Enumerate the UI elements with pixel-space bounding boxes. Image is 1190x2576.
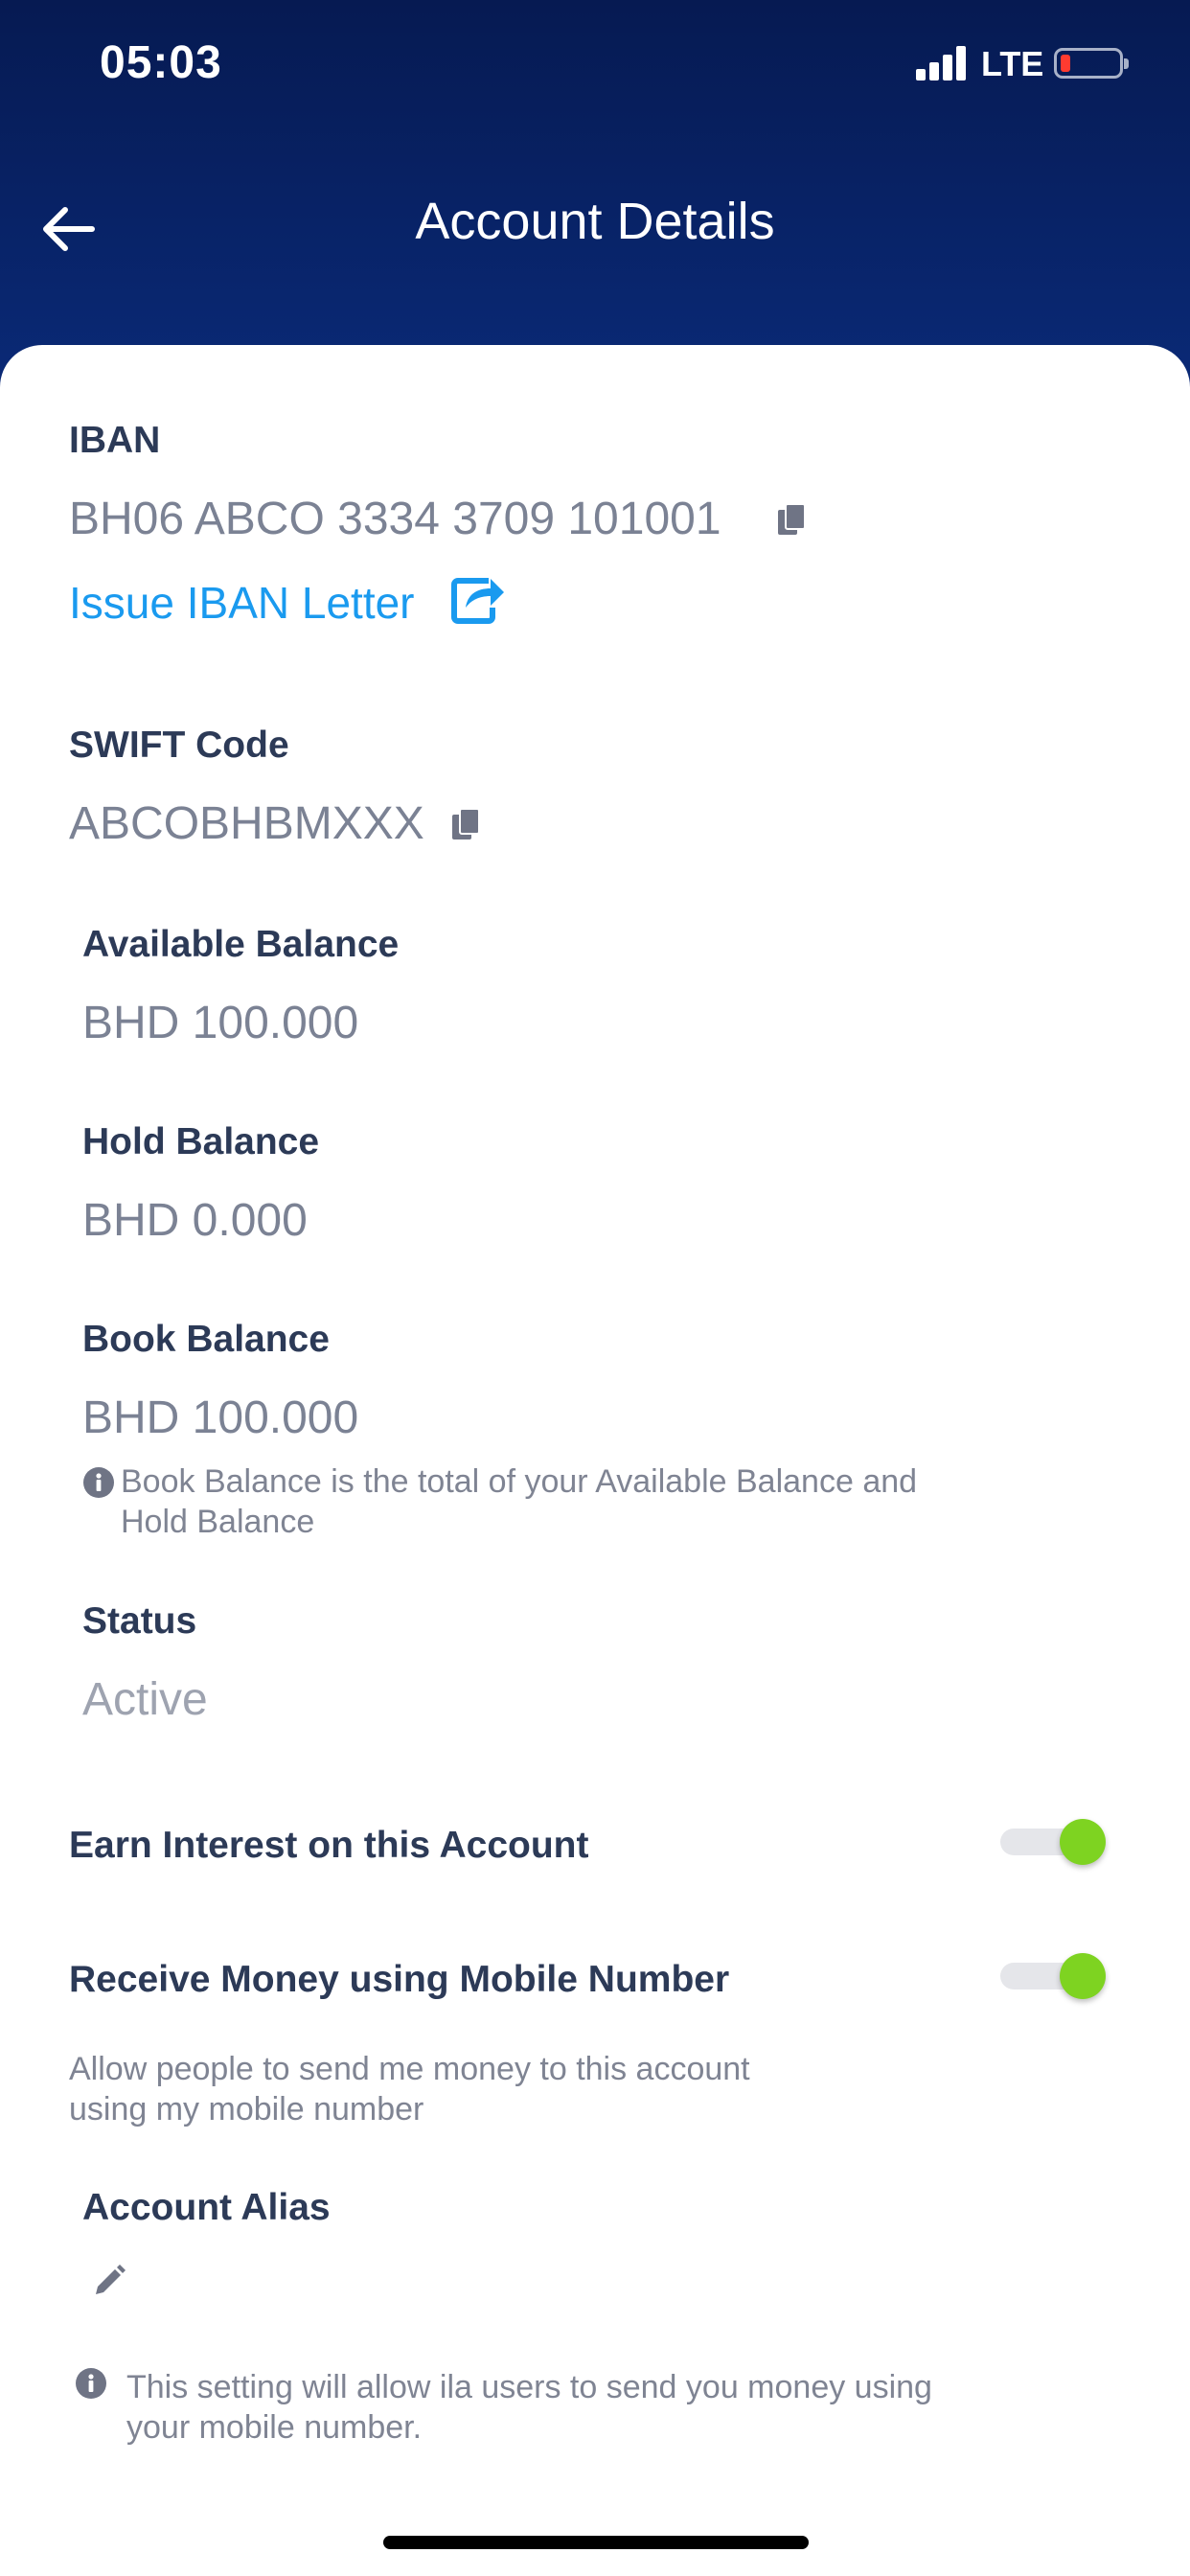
status-bar: 05:03 LTE xyxy=(0,0,1190,134)
copy-icon xyxy=(452,808,480,840)
signal-icon xyxy=(916,46,968,80)
info-icon xyxy=(75,2367,107,2400)
status-time: 05:03 xyxy=(100,37,222,88)
hold-balance-value: BHD 0.000 xyxy=(82,1195,308,1246)
book-balance-value: BHD 100.000 xyxy=(82,1392,359,1443)
footer-note-line2: your mobile number. xyxy=(126,2409,423,2446)
available-balance-label: Available Balance xyxy=(82,924,400,965)
book-balance-note-line2: Hold Balance xyxy=(121,1504,315,1540)
receive-money-desc-line1: Allow people to send me money to this ac… xyxy=(69,2051,750,2087)
hold-balance-label: Hold Balance xyxy=(82,1121,320,1162)
status-value: Active xyxy=(82,1674,208,1725)
iban-label: IBAN xyxy=(69,420,161,461)
status-label: Status xyxy=(82,1600,197,1642)
earn-interest-toggle[interactable] xyxy=(1000,1813,1106,1871)
network-type: LTE xyxy=(981,44,1044,83)
share-icon xyxy=(451,578,504,624)
account-alias-label: Account Alias xyxy=(82,2187,331,2228)
copy-swift-button[interactable] xyxy=(450,807,483,841)
issue-iban-letter-link[interactable]: Issue IBAN Letter xyxy=(69,577,415,629)
receive-money-toggle[interactable] xyxy=(1000,1947,1106,2005)
book-balance-label: Book Balance xyxy=(82,1319,330,1360)
header-background: 05:03 LTE Account Details xyxy=(0,0,1190,402)
page-title: Account Details xyxy=(415,193,775,250)
swift-label: SWIFT Code xyxy=(69,724,289,766)
home-indicator[interactable] xyxy=(383,2536,809,2549)
share-iban-letter-button[interactable] xyxy=(450,575,506,625)
battery-icon xyxy=(1054,48,1129,79)
info-icon xyxy=(82,1466,115,1499)
available-balance-value: BHD 100.000 xyxy=(82,998,359,1048)
earn-interest-label: Earn Interest on this Account xyxy=(69,1825,589,1866)
footer-note-line1: This setting will allow ila users to sen… xyxy=(126,2369,932,2405)
edit-alias-button[interactable] xyxy=(90,2262,128,2300)
iban-value[interactable]: BH06 ABCO 3334 3709 101001 xyxy=(69,493,721,545)
details-sheet xyxy=(0,345,1190,2576)
receive-money-desc-line2: using my mobile number xyxy=(69,2091,424,2128)
swift-value[interactable]: ABCOBHBMXXX xyxy=(69,797,424,850)
book-balance-note-line1: Book Balance is the total of your Availa… xyxy=(121,1463,918,1500)
copy-icon xyxy=(778,503,806,535)
copy-iban-button[interactable] xyxy=(776,502,809,537)
receive-money-label: Receive Money using Mobile Number xyxy=(69,1959,730,2000)
pencil-icon xyxy=(96,2265,126,2294)
